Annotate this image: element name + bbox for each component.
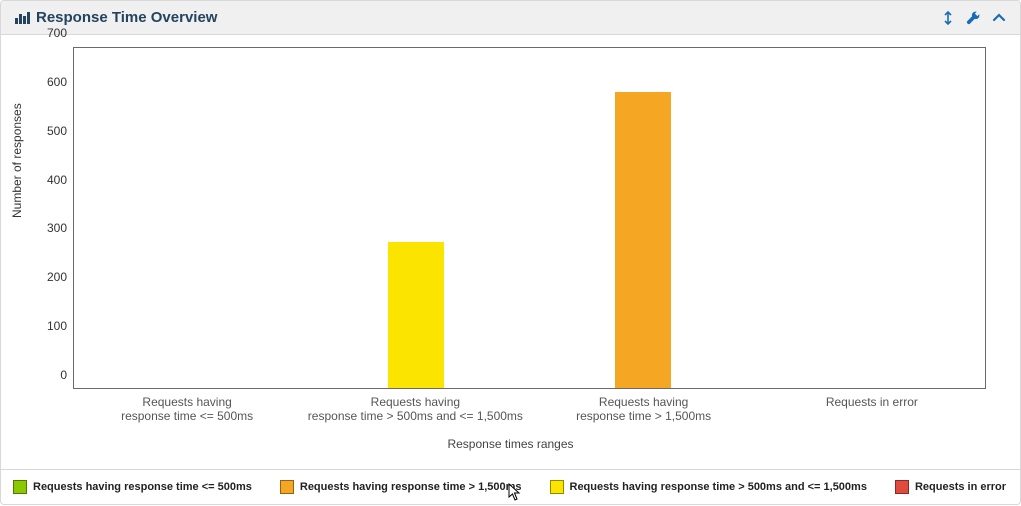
legend-item[interactable]: Requests having response time > 1,500ms [280, 480, 522, 494]
legend-item[interactable]: Requests having response time <= 500ms [13, 480, 252, 494]
y-tick-label: 600 [47, 75, 67, 89]
y-axis-title: Number of responses [10, 103, 24, 218]
panel-actions [942, 11, 1006, 25]
y-tick-label: 200 [47, 270, 67, 284]
x-tick-label: Requests havingresponse time > 1,500ms [530, 395, 758, 423]
panel: Response Time Overview Number of respo [0, 0, 1021, 505]
wrench-icon[interactable] [966, 11, 980, 25]
y-tick-label: 500 [47, 124, 67, 138]
x-tick-label: Requests havingresponse time > 500ms and… [301, 395, 529, 423]
legend-swatch [550, 480, 564, 494]
legend: Requests having response time <= 500ms Re… [1, 469, 1020, 504]
panel-title: Response Time Overview [15, 9, 217, 26]
x-axis-ticks: Requests havingresponse time <= 500msReq… [73, 395, 986, 423]
panel-body: Number of responses 01002003004005006007… [1, 35, 1020, 469]
legend-swatch [895, 480, 909, 494]
y-tick-label: 400 [47, 173, 67, 187]
x-tick-label: Requests havingresponse time <= 500ms [73, 395, 301, 423]
y-tick-label: 100 [47, 319, 67, 333]
legend-label: Requests having response time <= 500ms [33, 481, 252, 493]
bar-chart-icon [15, 12, 30, 24]
y-tick-label: 0 [60, 368, 67, 382]
plot-area [73, 47, 986, 389]
legend-label: Requests having response time > 1,500ms [300, 481, 522, 493]
chart-bar [615, 92, 671, 388]
chevron-up-icon[interactable] [992, 12, 1006, 24]
move-icon[interactable] [942, 11, 954, 25]
chart: Number of responses 01002003004005006007… [15, 47, 1006, 389]
legend-label: Requests in error [915, 481, 1006, 493]
chart-bar [388, 242, 444, 388]
y-axis-ticks: 0100200300400500600700 [33, 47, 73, 389]
panel-title-text: Response Time Overview [36, 9, 217, 26]
legend-item[interactable]: Requests in error [895, 480, 1006, 494]
panel-header: Response Time Overview [1, 1, 1020, 35]
y-tick-label: 300 [47, 221, 67, 235]
y-tick-label: 700 [47, 26, 67, 40]
legend-swatch [280, 480, 294, 494]
legend-swatch [13, 480, 27, 494]
legend-item[interactable]: Requests having response time > 500ms an… [550, 480, 867, 494]
legend-label: Requests having response time > 500ms an… [570, 481, 867, 493]
x-tick-label: Requests in error [758, 395, 986, 423]
x-axis-title: Response times ranges [15, 437, 1006, 451]
